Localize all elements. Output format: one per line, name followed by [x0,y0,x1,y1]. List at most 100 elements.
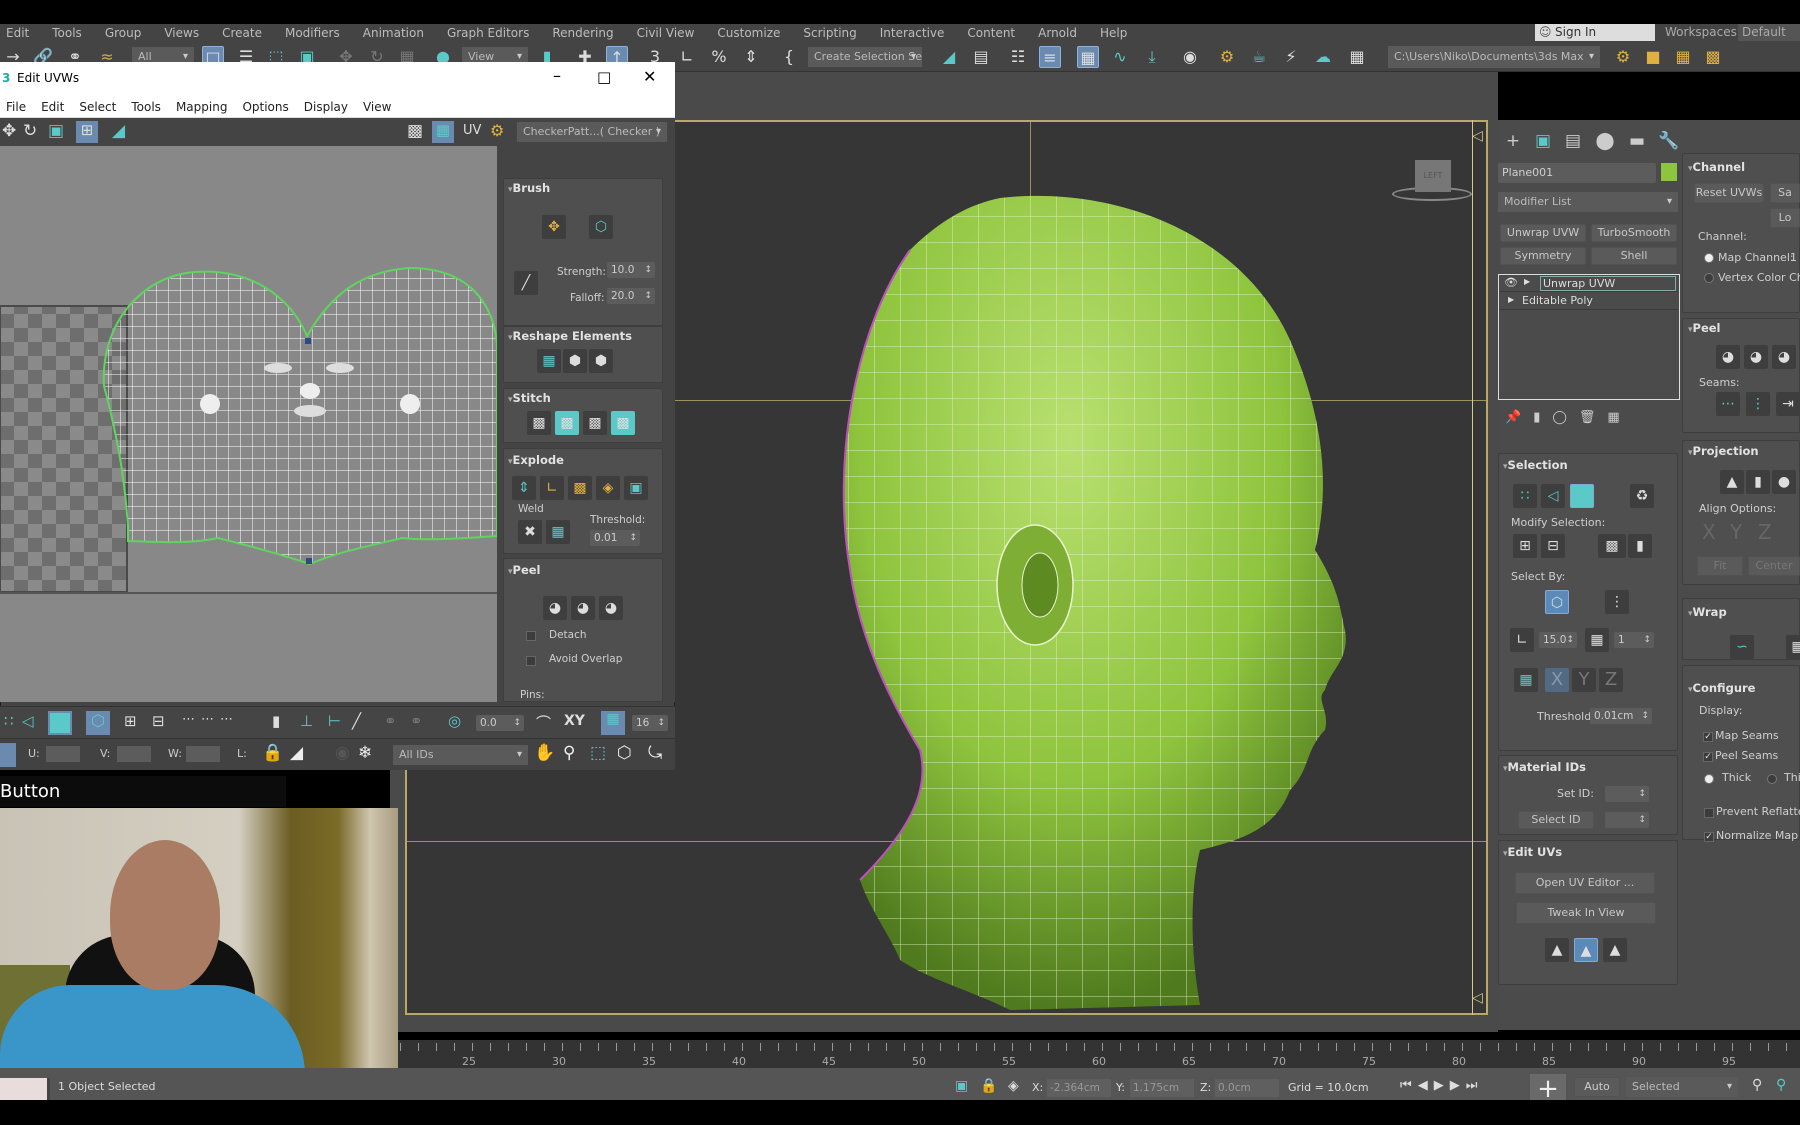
isolate-selection-icon[interactable]: ▣ [955,1078,968,1094]
menu-edit[interactable]: Edit [0,26,46,40]
thick-radio[interactable] [1704,774,1714,784]
smoothing-group-spinner[interactable]: 1 [1614,632,1654,648]
thin-radio[interactable] [1767,774,1777,784]
material-ids-filter-dropdown[interactable]: All IDs [393,745,528,765]
planar-angle-icon[interactable]: ∟ [1510,628,1534,652]
center-button[interactable]: Center [1748,556,1800,576]
key-filter-dropdown[interactable]: Selected [1626,1077,1738,1097]
paint-move-icon[interactable]: ✥ [542,215,566,239]
uv-canvas[interactable] [0,146,498,593]
uv-quick-peel-icon[interactable]: ◕ [543,596,567,620]
show-map-icon[interactable]: ▩ [407,121,423,141]
stack-item-unwrap-uvw[interactable]: 👁 ▶ Unwrap UVW [1500,276,1678,292]
weld-target-icon[interactable]: ▦ [546,520,570,544]
load-uvs-button[interactable]: Lo [1770,208,1800,228]
uv-menu-edit[interactable]: Edit [35,100,73,114]
mirror-select-icon[interactable]: ▦ [1514,668,1538,692]
unwrap-uvw-button[interactable]: Unwrap UVW [1500,224,1586,242]
normalize-map-checkbox[interactable]: ✓ [1704,832,1714,842]
pin-stack-icon[interactable]: 📌 [1505,410,1533,425]
falloff-space-xy[interactable]: XY [564,713,585,729]
wrap-title[interactable]: Wrap [1688,605,1727,619]
show-hidden-icon[interactable]: ◉ [335,743,350,763]
fit-button[interactable]: Fit [1697,556,1743,576]
uv-move-icon[interactable]: ✥ [2,121,16,141]
point-to-point-seams-icon[interactable]: ⋮ [1746,392,1770,416]
flatten-by-angle-icon[interactable]: ∟ [540,476,564,500]
render-production-icon[interactable]: ⚡ [1280,46,1302,68]
utilities-tab-icon[interactable]: 🔧 [1656,128,1682,154]
uv-align-icon[interactable]: ▮ [272,712,280,730]
symmetry-button[interactable]: Symmetry [1500,247,1586,265]
uv-loop-ring-icons[interactable]: ⋯⋯⋯ [182,712,239,727]
uv-menu-display[interactable]: Display [298,100,357,114]
menu-graph-editors[interactable]: Graph Editors [441,26,546,40]
previous-frame-icon[interactable]: ◀ [1418,1078,1434,1093]
map-channel-value[interactable]: 1 [1790,251,1797,264]
uv-paint-select-icon[interactable]: ╱ [352,712,361,730]
uv-canvas-lower[interactable] [0,592,497,702]
workspaces-dropdown[interactable]: Default [1738,24,1800,41]
display-tab-icon[interactable]: ▬ [1624,128,1650,154]
project-tree-icon[interactable]: ▩ [1702,46,1724,68]
play-icon[interactable]: ▶ [1434,1078,1450,1093]
align-icon[interactable]: ▤ [970,46,992,68]
flatten-by-material-icon[interactable]: ▩ [568,476,592,500]
create-tab-icon[interactable]: + [1500,128,1526,154]
select-element-icon[interactable]: ♻ [1630,484,1654,508]
render-setup-icon[interactable]: ⚙ [1216,46,1238,68]
stack-item-editable-poly[interactable]: ▶ Editable Poly [1500,294,1678,310]
hierarchy-tab-icon[interactable]: ▤ [1560,128,1586,154]
project-folder-dropdown[interactable]: C:\Users\Niko\Documents\3ds Max 2020 [1388,46,1600,85]
threshold-spinner[interactable]: 0.01cm [1590,708,1652,724]
angle-snap-icon[interactable]: ∟ [676,46,698,68]
set-project-folder-icon[interactable]: ⚙ [1612,46,1634,68]
avoid-overlap-checkbox[interactable] [526,656,536,666]
menu-arnold[interactable]: Arnold [1032,26,1094,40]
menu-animation[interactable]: Animation [357,26,441,40]
select-id-button[interactable]: Select ID [1518,811,1594,829]
next-frame-icon[interactable]: ▶ [1450,1078,1466,1093]
sign-in-dropdown[interactable]: Sign In [1535,24,1655,41]
eye-icon[interactable]: 👁 [1504,276,1518,289]
reshape-elements-title[interactable]: Reshape Elements [508,329,632,343]
uv-view-icon[interactable]: ▦ [432,121,454,143]
uv-rotate-icon[interactable]: ↻ [23,121,37,141]
reset-uvws-button[interactable]: Reset UVWs [1694,183,1764,203]
uv-menu-tools[interactable]: Tools [125,100,170,114]
peel-seams-checkbox[interactable]: ✓ [1703,752,1713,762]
absolute-offset-toggle[interactable] [0,743,16,767]
weld-selected-icon[interactable]: ✖ [518,520,542,544]
flatten-by-smoothing-icon[interactable]: ◈ [596,476,620,500]
named-selection-dropdown[interactable]: Create Selection Se [808,47,922,67]
flatten-custom-icon[interactable]: ▣ [624,476,648,500]
unfold-strip-icon[interactable]: ▦ [1786,635,1800,659]
expand-arrow-icon[interactable]: ▶ [1508,295,1514,304]
planar-map-icon[interactable]: ▲ [1720,470,1744,494]
uv-mirror-icon[interactable]: ◢ [112,121,125,141]
uv-menu-file[interactable]: File [0,100,35,114]
menu-content[interactable]: Content [961,26,1032,40]
uv-grow-icon[interactable]: ⊞ [124,712,137,730]
explode-title[interactable]: Explode [508,453,564,467]
edit-uvs-title[interactable]: Edit UVs [1503,845,1563,859]
strength-spinner[interactable]: 10.0 [607,262,655,278]
stitch-to-target-icon[interactable]: ▩ [555,411,579,435]
y-coord-field[interactable]: 1.175cm [1130,1079,1194,1097]
viewcube[interactable]: LEFT [1415,160,1451,192]
edit-seams-icon[interactable]: ⋯ [1716,392,1740,416]
head-mesh[interactable] [770,190,1350,1020]
pelt-map-icon[interactable]: ◕ [1744,345,1768,369]
relax-brush-icon[interactable]: ⬡ [589,215,613,239]
planar-angle-spinner[interactable]: 15.0 [1539,632,1577,648]
grow-selection-icon[interactable]: ⊞ [1513,534,1537,558]
save-uvs-button[interactable]: Sa [1770,183,1800,203]
vertex-mode-icon[interactable]: ∷ [1513,484,1537,508]
material-editor-icon[interactable]: ◉ [1179,46,1201,68]
schematic-view-icon[interactable]: ⤓ [1141,46,1163,68]
menu-tools[interactable]: Tools [46,26,99,40]
modifier-list-dropdown[interactable]: Modifier List [1498,192,1678,212]
select-by-uv-icon[interactable]: ⋮ [1605,590,1629,614]
detach-checkbox[interactable] [526,631,536,641]
peel-title[interactable]: Peel [1688,321,1721,335]
